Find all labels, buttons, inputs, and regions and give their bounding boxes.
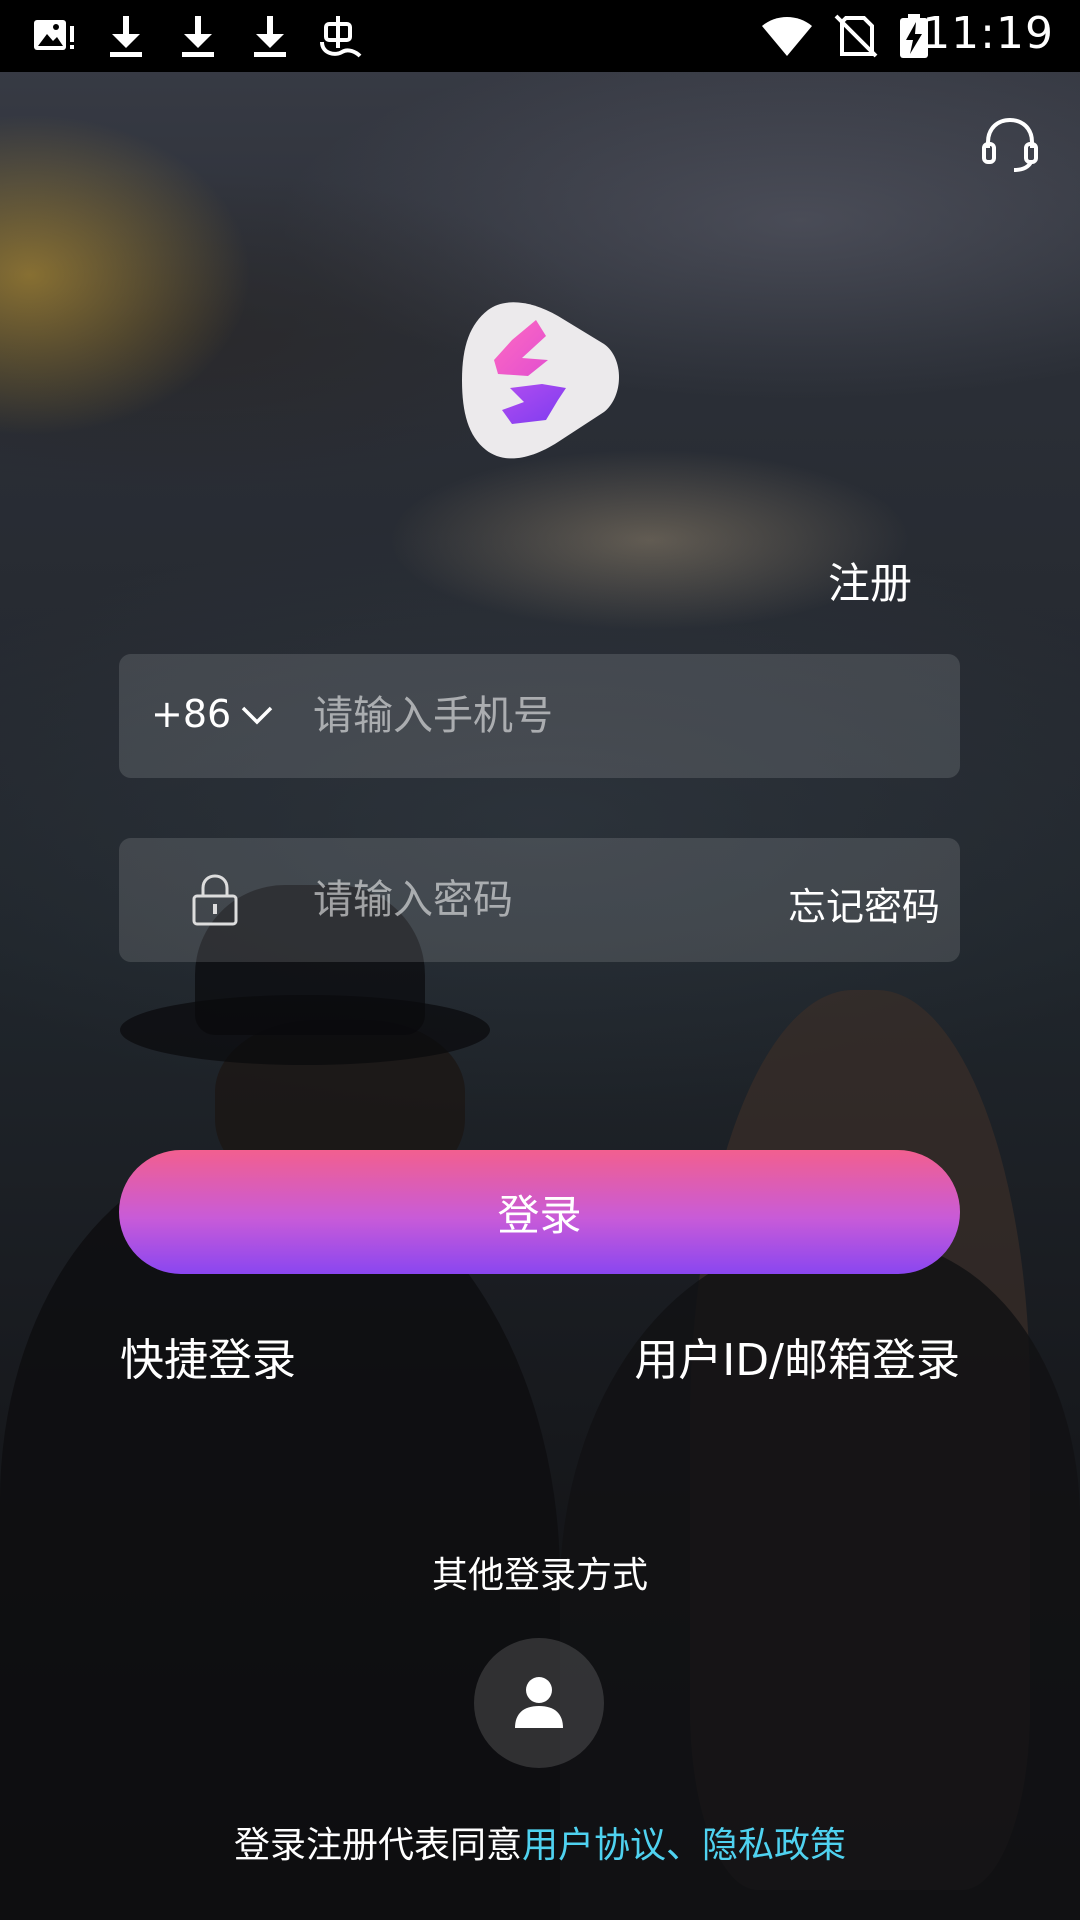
quick-login-link[interactable]: 快捷登录 [120, 1324, 296, 1388]
bug-icon [320, 16, 362, 58]
app-logo-icon [462, 302, 619, 459]
download-icon [110, 16, 142, 57]
wifi-icon [762, 17, 812, 56]
headset-icon[interactable] [980, 114, 1040, 174]
download-icon [254, 16, 286, 57]
background-hat-brim-silhouette [120, 995, 490, 1065]
no-sim-icon [834, 14, 878, 58]
privacy-policy-link[interactable]: 隐私政策 [702, 1825, 846, 1866]
country-code-selector[interactable]: +86 [151, 692, 231, 736]
login-button[interactable]: 登录 [119, 1150, 960, 1274]
user-agreement-link[interactable]: 用户协议 [522, 1825, 666, 1866]
phone-field[interactable]: +86 [119, 654, 960, 778]
phone-input[interactable] [313, 684, 793, 748]
id-email-login-link[interactable]: 用户ID/邮箱登录 [634, 1324, 960, 1388]
chevron-down-icon[interactable] [239, 700, 275, 730]
login-screen: 11:19 注册 +86 请输入手机号 忘记密码 登录 快捷登录 用户ID/邮箱… [0, 0, 1080, 1920]
lock-icon [192, 874, 238, 926]
person-icon [515, 1677, 563, 1728]
guest-login-button[interactable] [474, 1638, 604, 1768]
image-alert-icon [34, 20, 74, 50]
register-link[interactable]: 注册 [828, 550, 912, 611]
status-bar: 11:19 [0, 0, 1080, 72]
password-input[interactable] [313, 868, 733, 932]
download-icon [182, 16, 214, 57]
agreement-text: 登录注册代表同意用户协议、隐私政策 [0, 1816, 1080, 1868]
status-time: 11:19 [922, 8, 1054, 59]
other-login-methods-title: 其他登录方式 [431, 1555, 648, 1596]
agreement-prefix: 登录注册代表同意 [233, 1825, 522, 1866]
forgot-password-link[interactable]: 忘记密码 [788, 876, 940, 931]
agreement-separator: 、 [666, 1825, 703, 1866]
password-field[interactable]: 忘记密码 [119, 838, 960, 962]
